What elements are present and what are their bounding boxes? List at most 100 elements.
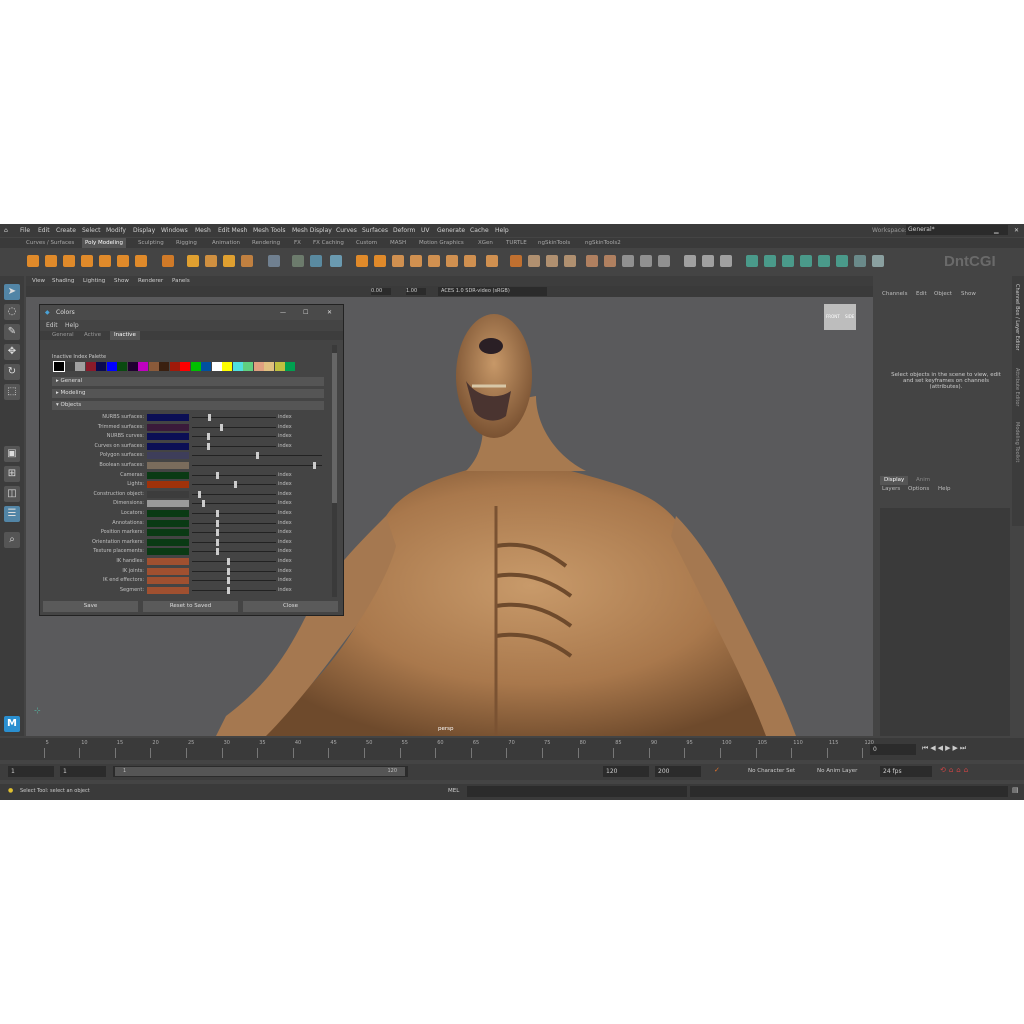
color-slider-knob[interactable] [220,423,224,431]
menu-mesh[interactable]: Mesh [195,227,211,234]
color-swatch[interactable] [147,490,189,498]
layout-outliner-icon[interactable]: ☰ [4,506,20,522]
poly-cylinder-icon[interactable] [63,255,75,267]
color-slider-knob[interactable] [206,433,210,441]
workspace-select[interactable]: General* [906,225,1008,235]
layers-menu[interactable]: Layers [882,486,900,492]
layout-two-icon[interactable]: ◫ [4,486,20,502]
mel-input[interactable] [467,786,687,797]
section-modeling[interactable]: ▸ Modeling [52,389,324,398]
palette-swatch[interactable] [85,362,96,371]
reduce-icon[interactable] [640,255,652,267]
color-slider-knob[interactable] [216,529,220,537]
shelf-tab-ngskintools2[interactable]: ngSkinTools2 [585,240,621,246]
color-slider-track[interactable] [192,532,276,534]
reset-to-saved-button[interactable]: Reset to Saved [143,601,238,612]
color-slider-knob[interactable] [216,510,220,517]
platonic-icon[interactable] [162,255,174,267]
range-slider[interactable]: 1 120 [113,766,408,777]
autokey-icon[interactable]: ✓ [714,766,720,774]
palette-swatch[interactable] [274,362,285,371]
palette-swatch[interactable] [285,362,295,371]
channels-menu[interactable]: Channels [882,291,907,297]
color-slider-knob[interactable] [206,442,210,450]
palette-swatch[interactable] [264,362,274,371]
channels-show-menu[interactable]: Show [961,291,976,297]
multicut-icon[interactable] [510,255,522,267]
color-swatch[interactable] [147,519,189,527]
color-swatch[interactable] [147,452,189,460]
menu-uv[interactable]: UV [421,227,430,234]
color-slider-track[interactable] [192,561,276,562]
dialog-menu-help[interactable]: Help [65,322,79,329]
dialog-scrollbar[interactable] [332,345,337,597]
layers-tab-anim[interactable]: Anim [916,476,930,485]
palette-swatch[interactable] [243,362,253,371]
quadrangulate-icon[interactable] [604,255,616,267]
playback-start-field[interactable]: 1 [60,766,106,777]
palette-swatch[interactable] [117,362,127,371]
merge-icon[interactable] [446,255,458,267]
collapse-icon[interactable] [464,255,476,267]
poly-disc-icon[interactable] [135,255,147,267]
palette-swatch[interactable] [75,362,85,371]
layers-list[interactable] [880,508,1010,736]
color-slider-track[interactable] [192,426,276,428]
target-weld-icon[interactable] [528,255,540,267]
menu-mesh-tools[interactable]: Mesh Tools [253,227,285,234]
time-slider[interactable]: 5 10 15 20 25 30 35 40 45 50 55 60 65 70 75 80 85 90 95 100… [0,738,1024,760]
menu-generate[interactable]: Generate [437,227,465,234]
palette-swatch[interactable] [222,362,232,371]
vp-menu-show[interactable]: Show [114,278,129,284]
shelf-tab-mash[interactable]: MASH [390,240,406,246]
dialog-minimize-icon[interactable]: — [280,305,286,320]
grid-icon[interactable] [268,255,280,267]
shelf-tab-fx[interactable]: FX [294,240,301,246]
color-swatch[interactable] [147,481,189,489]
color-swatch[interactable] [147,423,189,431]
palette-swatch[interactable] [64,362,75,371]
poly-cone-icon[interactable] [81,255,93,267]
menu-deform[interactable]: Deform [393,227,415,234]
palette-swatch[interactable] [96,362,106,371]
side-tab-channelbox[interactable]: Channel Box / Layer Editor [1014,284,1020,351]
extrude-icon[interactable] [392,255,404,267]
palette-swatch[interactable] [148,362,159,371]
shelf-tab-rigging[interactable]: Rigging [176,240,197,246]
character-set-select[interactable]: No Character Set [748,768,795,774]
menu-mesh-display[interactable]: Mesh Display [292,227,332,234]
color-slider-knob[interactable] [255,452,259,460]
cleanup-icon[interactable] [622,255,634,267]
svg-icon[interactable] [205,255,217,267]
color-slider-track[interactable] [192,570,276,572]
layers-options-menu[interactable]: Options [908,486,929,492]
uv-cut-icon[interactable] [836,255,848,267]
color-slider-track[interactable] [192,417,276,418]
color-swatch[interactable] [147,500,189,508]
color-slider-knob[interactable] [216,548,220,556]
combine-icon[interactable] [292,255,304,267]
vp-menu-renderer[interactable]: Renderer [138,278,163,284]
palette-swatch[interactable] [211,362,222,371]
poly-torus-icon[interactable] [99,255,111,267]
sculpt-brush-icon[interactable] [684,255,696,267]
uv-auto-icon[interactable] [818,255,830,267]
layout-four-icon[interactable]: ⊞ [4,466,20,482]
paint-select-icon[interactable]: ✎ [4,324,20,340]
color-swatch[interactable] [147,471,189,479]
uv-spherical-icon[interactable] [800,255,812,267]
quad-draw-icon[interactable] [564,255,576,267]
shelf-tab-fx-caching[interactable]: FX Caching [313,240,344,246]
close-button[interactable]: Close [243,601,338,612]
close-icon[interactable]: ✕ [1014,227,1019,234]
color-slider-knob[interactable] [198,490,202,498]
connect-icon[interactable] [546,255,558,267]
search-icon[interactable]: ⌕ [4,532,20,548]
dialog-scroll-thumb[interactable] [332,353,337,503]
vp-menu-shading[interactable]: Shading [52,278,74,284]
menu-modify[interactable]: Modify [106,227,126,234]
color-slider-track[interactable] [192,522,276,524]
color-slider-track[interactable] [192,493,276,495]
color-slider-knob[interactable] [226,577,230,585]
uv-planar-icon[interactable] [764,255,776,267]
